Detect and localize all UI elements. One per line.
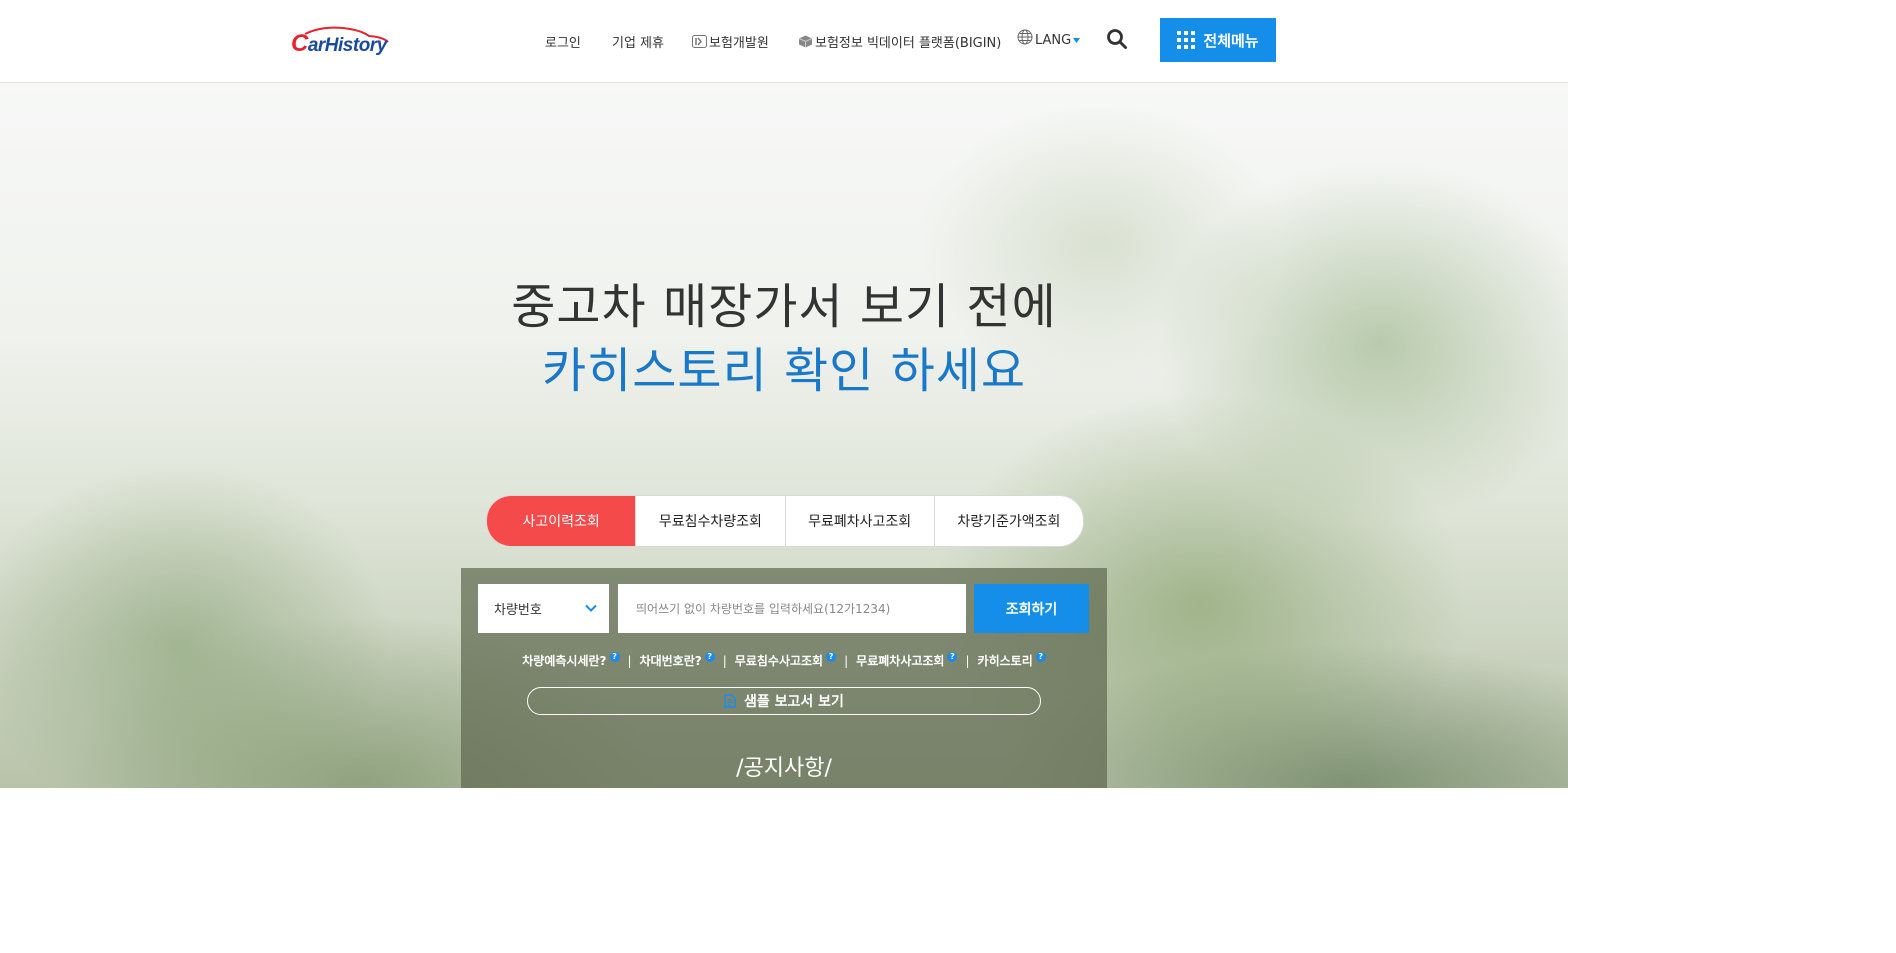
language-selector[interactable]: LANG	[1017, 29, 1081, 48]
language-label: LANG	[1035, 32, 1072, 48]
query-button[interactable]: 조회하기	[974, 584, 1089, 633]
help-link-scrapped[interactable]: 무료폐차사고조회 ?	[856, 651, 958, 669]
document-icon	[724, 694, 736, 708]
search-type-value: 차량번호	[494, 603, 542, 618]
separator: |	[722, 653, 727, 668]
help-links: 차량예측시세란? ? | 차대번호란? ? | 무료침수사고조회 ? | 무료폐…	[461, 651, 1107, 669]
question-icon: ?	[947, 651, 958, 662]
separator: |	[627, 653, 632, 668]
separator: |	[844, 653, 849, 668]
search-icon	[1107, 29, 1127, 49]
site-header: CarHistory 로그인 기업 제휴 보험개발원 보험정보 빅데이터 플랫폼…	[0, 0, 1568, 83]
lookup-tabs: 사고이력조회 무료침수차량조회 무료폐차사고조회 차량기준가액조회	[486, 495, 1084, 547]
vehicle-number-input[interactable]	[618, 584, 966, 633]
question-icon: ?	[1035, 651, 1046, 662]
search-panel: 차량번호 조회하기 차량예측시세란? ? | 차대번호란? ? | 무료침수사고…	[461, 568, 1107, 788]
question-icon: ?	[704, 651, 715, 662]
sample-report-label: 샘플 보고서 보기	[744, 694, 844, 710]
tab-scrapped-vehicle[interactable]: 무료폐차사고조회	[784, 496, 934, 546]
kidi-logo-icon	[692, 35, 707, 48]
question-icon: ?	[826, 651, 837, 662]
partnership-link[interactable]: 기업 제휴	[612, 32, 664, 51]
help-link-label: 무료폐차사고조회	[856, 654, 945, 668]
separator: |	[965, 653, 970, 668]
logo-text: CarHistory	[291, 30, 387, 57]
help-link-label: 무료침수사고조회	[734, 654, 824, 668]
carhistory-logo[interactable]: CarHistory	[291, 24, 391, 58]
hero-headline-line1: 중고차 매장가서 보기 전에	[511, 279, 1057, 335]
login-link[interactable]: 로그인	[545, 32, 581, 51]
search-button[interactable]	[1106, 28, 1128, 50]
chevron-down-icon	[585, 604, 597, 612]
cube-icon	[798, 35, 813, 48]
grid-menu-icon	[1177, 31, 1196, 49]
sample-report-button[interactable]: 샘플 보고서 보기	[527, 687, 1041, 715]
help-link-flood[interactable]: 무료침수사고조회 ?	[734, 651, 837, 669]
hero-section: 중고차 매장가서 보기 전에 카히스토리 확인 하세요 사고이력조회 무료침수차…	[0, 83, 1568, 788]
help-link-label: 차대번호란?	[639, 654, 702, 668]
bigin-link[interactable]: 보험정보 빅데이터 플랫폼(BIGIN)	[798, 32, 1001, 51]
kidi-link-label: 보험개발원	[709, 36, 769, 51]
globe-icon	[1017, 29, 1033, 45]
help-link-carhistory[interactable]: 카히스토리 ?	[977, 651, 1046, 669]
search-type-select[interactable]: 차량번호	[478, 584, 609, 633]
all-menu-label: 전체메뉴	[1203, 31, 1259, 50]
help-link-vin[interactable]: 차대번호란? ?	[639, 651, 715, 669]
question-icon: ?	[609, 651, 620, 662]
tab-base-value[interactable]: 차량기준가액조회	[933, 496, 1083, 546]
all-menu-button[interactable]: 전체메뉴	[1160, 18, 1276, 62]
help-link-label: 차량예측시세란?	[522, 654, 607, 668]
help-link-market-price[interactable]: 차량예측시세란? ?	[522, 651, 620, 669]
caret-down-icon	[1073, 37, 1081, 43]
hero-headline-line2: 카히스토리 확인 하세요	[541, 343, 1027, 399]
help-link-label: 카히스토리	[977, 654, 1033, 668]
tab-accident-history[interactable]: 사고이력조회	[487, 496, 636, 546]
tab-flood-vehicle[interactable]: 무료침수차량조회	[635, 496, 784, 546]
kidi-link[interactable]: 보험개발원	[692, 32, 769, 51]
bigin-link-label: 보험정보 빅데이터 플랫폼(BIGIN)	[815, 36, 1002, 51]
notice-title: /공지사항/	[736, 756, 832, 781]
logo-text-rest: arHistory	[307, 35, 387, 56]
